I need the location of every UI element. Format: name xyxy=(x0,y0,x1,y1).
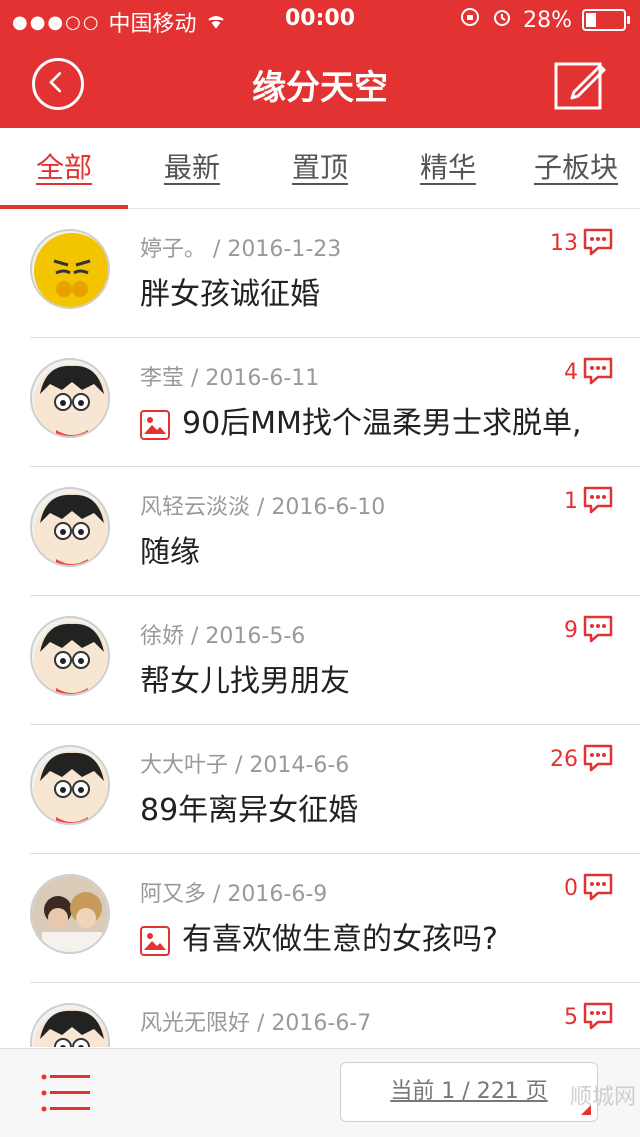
post-meta: 大大叶子 / 2014-6-6 xyxy=(140,753,350,778)
comment-count: 1 xyxy=(564,489,578,514)
list-item[interactable]: 阿又多 / 2016-6-9 0 有喜欢做生意的女孩吗? xyxy=(30,854,640,983)
tab-subforums[interactable]: 子板块 xyxy=(512,128,640,208)
top-bar: ●●●○○ 中国移动 00:00 28% 缘分天空 xyxy=(0,0,640,128)
tab-latest[interactable]: 最新 xyxy=(128,128,256,208)
list-item[interactable]: 徐娇 / 2016-5-6 9 帮女儿找男朋友 xyxy=(30,596,640,725)
watermark: 顺城网 xyxy=(569,1085,636,1110)
status-bar: ●●●○○ 中国移动 00:00 28% xyxy=(0,0,640,40)
page-title: 缘分天空 xyxy=(252,68,388,108)
post-meta: 徐娇 / 2016-5-6 xyxy=(140,624,306,649)
menu-icon xyxy=(41,1074,90,1112)
rotation-lock-icon xyxy=(459,6,481,34)
image-icon xyxy=(140,925,170,956)
post-meta: 风光无限好 / 2016-6-7 xyxy=(140,1011,372,1036)
avatar xyxy=(30,229,110,309)
post-meta: 婷子。 / 2016-1-23 xyxy=(140,237,342,262)
post-meta: 李莹 / 2016-6-11 xyxy=(140,366,320,391)
nav-bar: 缘分天空 xyxy=(0,40,640,128)
avatar xyxy=(30,1003,110,1047)
tab-featured[interactable]: 精华 xyxy=(384,128,512,208)
avatar xyxy=(30,487,110,567)
avatar xyxy=(30,616,110,696)
battery-percent: 28% xyxy=(523,7,572,33)
list-item[interactable]: 大大叶子 / 2014-6-6 26 89年离异女征婚 xyxy=(30,725,640,854)
post-list[interactable]: 婷子。 / 2016-1-23 13 胖女孩诚征婚 李莹 / 2016-6-11… xyxy=(0,209,640,1047)
post-title[interactable]: 89年离异女征婚 xyxy=(140,785,358,829)
comment-count: 13 xyxy=(550,231,578,256)
alarm-icon xyxy=(491,6,513,34)
tab-bar: 全部 最新 置顶 精华 子板块 xyxy=(0,128,640,209)
post-title[interactable]: 帮女儿找男朋友 xyxy=(140,656,350,700)
avatar xyxy=(30,358,110,438)
list-item[interactable]: 李莹 / 2016-6-11 4 90后MM找个温柔男士求脱单, xyxy=(30,338,640,467)
comment-count: 5 xyxy=(564,1005,578,1030)
tab-pinned[interactable]: 置顶 xyxy=(256,128,384,208)
post-meta: 阿又多 / 2016-6-9 xyxy=(140,882,328,907)
post-title[interactable]: 有喜欢做生意的女孩吗? xyxy=(140,914,498,958)
comment-icon xyxy=(583,357,613,385)
image-icon xyxy=(140,409,170,440)
comment-icon xyxy=(583,615,613,643)
comment-count: 9 xyxy=(564,618,578,643)
comment-icon xyxy=(583,486,613,514)
post-title[interactable]: 胖女孩诚征婚 xyxy=(140,269,320,313)
avatar xyxy=(30,745,110,825)
tab-all[interactable]: 全部 xyxy=(0,128,128,208)
comment-count: 26 xyxy=(550,747,578,772)
compose-icon xyxy=(554,62,606,110)
list-item[interactable]: 风光无限好 / 2016-6-7 5 xyxy=(30,983,640,1047)
comment-count: 4 xyxy=(564,360,578,385)
comment-icon xyxy=(583,744,613,772)
list-item[interactable]: 婷子。 / 2016-1-23 13 胖女孩诚征婚 xyxy=(30,209,640,338)
page-selector[interactable]: 当前 1 / 221 页 xyxy=(340,1062,598,1122)
comment-icon xyxy=(583,873,613,901)
bottom-bar: 当前 1 / 221 页 顺城网 xyxy=(0,1048,640,1137)
battery-icon xyxy=(582,9,630,31)
comment-count: 0 xyxy=(564,876,578,901)
post-title[interactable]: 90后MM找个温柔男士求脱单, xyxy=(140,398,581,442)
comment-icon xyxy=(583,228,613,256)
post-meta: 风轻云淡淡 / 2016-6-10 xyxy=(140,495,386,520)
post-title[interactable]: 随缘 xyxy=(140,527,200,571)
menu-button[interactable] xyxy=(40,1071,92,1115)
avatar xyxy=(30,874,110,954)
compose-button[interactable] xyxy=(554,58,606,110)
comment-icon xyxy=(583,1002,613,1030)
list-item[interactable]: 风轻云淡淡 / 2016-6-10 1 随缘 xyxy=(30,467,640,596)
